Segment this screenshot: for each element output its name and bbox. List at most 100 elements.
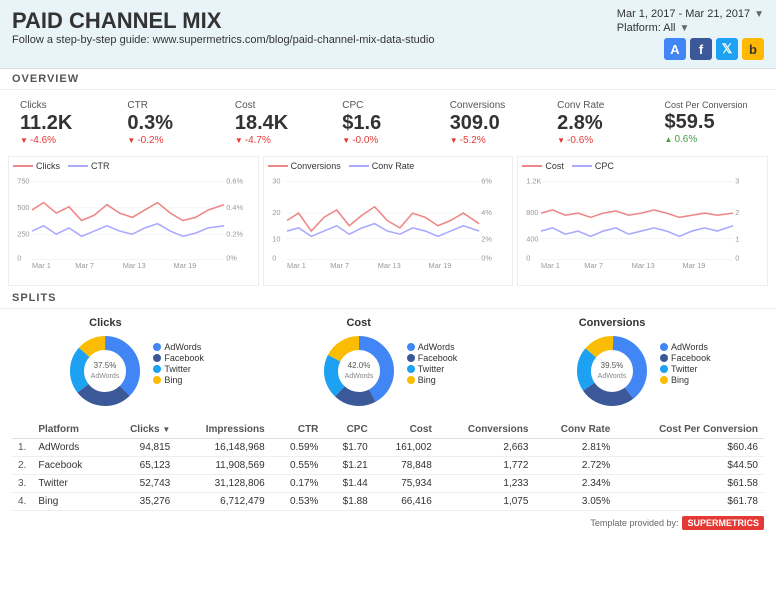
svg-text:250: 250 <box>17 229 29 238</box>
cell-rank: 2. <box>12 457 32 475</box>
metric-cost-per-conv: Cost Per Conversion $59.5 0.6% <box>657 96 764 150</box>
svg-text:AdWords: AdWords <box>344 373 373 380</box>
svg-text:0%: 0% <box>226 254 237 263</box>
cell-cpc: $1.21 <box>324 457 373 475</box>
col-cost-per-conv[interactable]: Cost Per Conversion <box>616 421 764 439</box>
charts-row: Clicks CTR 750 500 250 0 0.6% 0.4% 0.2% … <box>0 156 776 286</box>
conv-chart-svg: 30 20 10 0 6% 4% 2% 0% Mar 1 Mar 7 Mar 1… <box>268 173 509 268</box>
cell-clicks: 65,123 <box>107 457 176 475</box>
svg-text:0.6%: 0.6% <box>226 177 243 186</box>
cell-cost-per-conv: $44.50 <box>616 457 764 475</box>
svg-text:AdWords: AdWords <box>598 373 627 380</box>
legend-clicks: Clicks <box>36 161 60 171</box>
svg-text:Mar 13: Mar 13 <box>377 261 400 268</box>
cell-conversions: 1,233 <box>438 475 535 493</box>
svg-text:39.5%: 39.5% <box>601 361 624 370</box>
svg-text:3: 3 <box>736 177 740 186</box>
cell-conv-rate: 3.05% <box>534 493 616 511</box>
metric-cost-per-conv-change: 0.6% <box>665 134 756 145</box>
cell-conv-rate: 2.72% <box>534 457 616 475</box>
chart-conversions: Conversions Conv Rate 30 20 10 0 6% 4% 2… <box>263 156 514 286</box>
svg-text:2: 2 <box>736 208 740 217</box>
svg-text:Mar 13: Mar 13 <box>123 261 146 268</box>
donut-cost-legend: AdWords Facebook Twitter Bing <box>407 342 458 386</box>
donut-cost-svg: 42.0% AdWords <box>319 331 399 411</box>
metric-cost-value: 18.4K <box>235 111 326 135</box>
cell-cpc: $1.70 <box>324 439 373 457</box>
table-row: 2. Facebook 65,123 11,908,569 0.55% $1.2… <box>12 457 764 475</box>
cell-cost-per-conv: $60.46 <box>616 439 764 457</box>
legend-conversions: Conversions <box>291 161 341 171</box>
date-dropdown-arrow[interactable]: ▼ <box>754 9 764 20</box>
table-header-row: Platform Clicks ▼ Impressions CTR CPC Co… <box>12 421 764 439</box>
chart-clicks-legend: Clicks CTR <box>13 161 254 171</box>
metric-cpc-value: $1.6 <box>342 111 433 135</box>
chart-conv-legend: Conversions Conv Rate <box>268 161 509 171</box>
metric-conversions: Conversions 309.0 -5.2% <box>442 96 549 150</box>
metric-cost-per-conv-label: Cost Per Conversion <box>665 100 756 110</box>
metric-conversions-value: 309.0 <box>450 111 541 135</box>
svg-text:Mar 1: Mar 1 <box>287 261 306 268</box>
col-cpc[interactable]: CPC <box>324 421 373 439</box>
svg-text:Mar 19: Mar 19 <box>173 261 196 268</box>
metric-ctr-change: -0.2% <box>127 135 218 146</box>
svg-text:0: 0 <box>17 254 21 263</box>
cell-platform: Bing <box>32 493 106 511</box>
svg-text:0: 0 <box>736 254 740 263</box>
metric-clicks-label: Clicks <box>20 100 111 111</box>
splits-section-label: SPLITS <box>0 288 776 309</box>
template-text: Template provided by: <box>590 518 678 528</box>
metric-conv-rate-change: -0.6% <box>557 135 648 146</box>
donut-cost: Cost 42.0% AdWords AdWords Facebook Twit… <box>261 311 514 417</box>
metric-cost-label: Cost <box>235 100 326 111</box>
cell-cost: 75,934 <box>374 475 438 493</box>
cell-impressions: 11,908,569 <box>176 457 270 475</box>
cost-chart-svg: 1.2K 800 400 0 3 2 1 0 Mar 1 Mar 7 Mar 1… <box>522 173 763 268</box>
cell-conversions: 1,075 <box>438 493 535 511</box>
table-row: 3. Twitter 52,743 31,128,806 0.17% $1.44… <box>12 475 764 493</box>
donut-conversions-legend: AdWords Facebook Twitter Bing <box>660 342 711 386</box>
col-cost[interactable]: Cost <box>374 421 438 439</box>
page-title: PAID CHANNEL MIX <box>12 8 434 34</box>
col-conv-rate[interactable]: Conv Rate <box>534 421 616 439</box>
col-ctr[interactable]: CTR <box>271 421 325 439</box>
legend-cpc: CPC <box>595 161 614 171</box>
metric-cost: Cost 18.4K -4.7% <box>227 96 334 150</box>
platform-dropdown-arrow[interactable]: ▼ <box>679 23 689 34</box>
header: PAID CHANNEL MIX Follow a step-by-step g… <box>0 0 776 69</box>
platform-label: Platform: All <box>617 22 676 34</box>
donut-clicks-svg: 37.5% AdWords <box>65 331 145 411</box>
svg-text:1.2K: 1.2K <box>527 177 542 186</box>
cell-rank: 4. <box>12 493 32 511</box>
metric-cpc-label: CPC <box>342 100 433 111</box>
cell-cost-per-conv: $61.78 <box>616 493 764 511</box>
cell-conv-rate: 2.34% <box>534 475 616 493</box>
svg-text:37.5%: 37.5% <box>94 361 117 370</box>
date-range-row: Mar 1, 2017 - Mar 21, 2017 ▼ <box>617 8 764 20</box>
donut-conv-svg: 39.5% AdWords <box>572 331 652 411</box>
donut-clicks-legend: AdWords Facebook Twitter Bing <box>153 342 204 386</box>
cell-clicks: 94,815 <box>107 439 176 457</box>
cell-clicks: 35,276 <box>107 493 176 511</box>
col-clicks[interactable]: Clicks ▼ <box>107 421 176 439</box>
cell-ctr: 0.17% <box>271 475 325 493</box>
metric-clicks-value: 11.2K <box>20 111 111 135</box>
legend-ctr: CTR <box>91 161 110 171</box>
svg-text:Mar 19: Mar 19 <box>683 261 706 268</box>
overview-section-label: OVERVIEW <box>0 69 776 90</box>
footer: Template provided by: SUPERMETRICS <box>0 513 776 533</box>
metric-conversions-label: Conversions <box>450 100 541 111</box>
col-impressions[interactable]: Impressions <box>176 421 270 439</box>
supermetrics-logo: SUPERMETRICS <box>682 516 764 530</box>
donut-cost-title: Cost <box>346 317 370 329</box>
supermetrics-attribution: Template provided by: SUPERMETRICS <box>590 516 764 530</box>
col-platform[interactable]: Platform <box>32 421 106 439</box>
svg-text:800: 800 <box>527 208 539 217</box>
metric-conv-rate-value: 2.8% <box>557 111 648 135</box>
svg-text:4%: 4% <box>481 208 492 217</box>
svg-text:0: 0 <box>527 254 531 263</box>
legend-cost: Cost <box>545 161 564 171</box>
chart-cost-legend: Cost CPC <box>522 161 763 171</box>
col-conversions[interactable]: Conversions <box>438 421 535 439</box>
bing-logo: b <box>742 38 764 60</box>
